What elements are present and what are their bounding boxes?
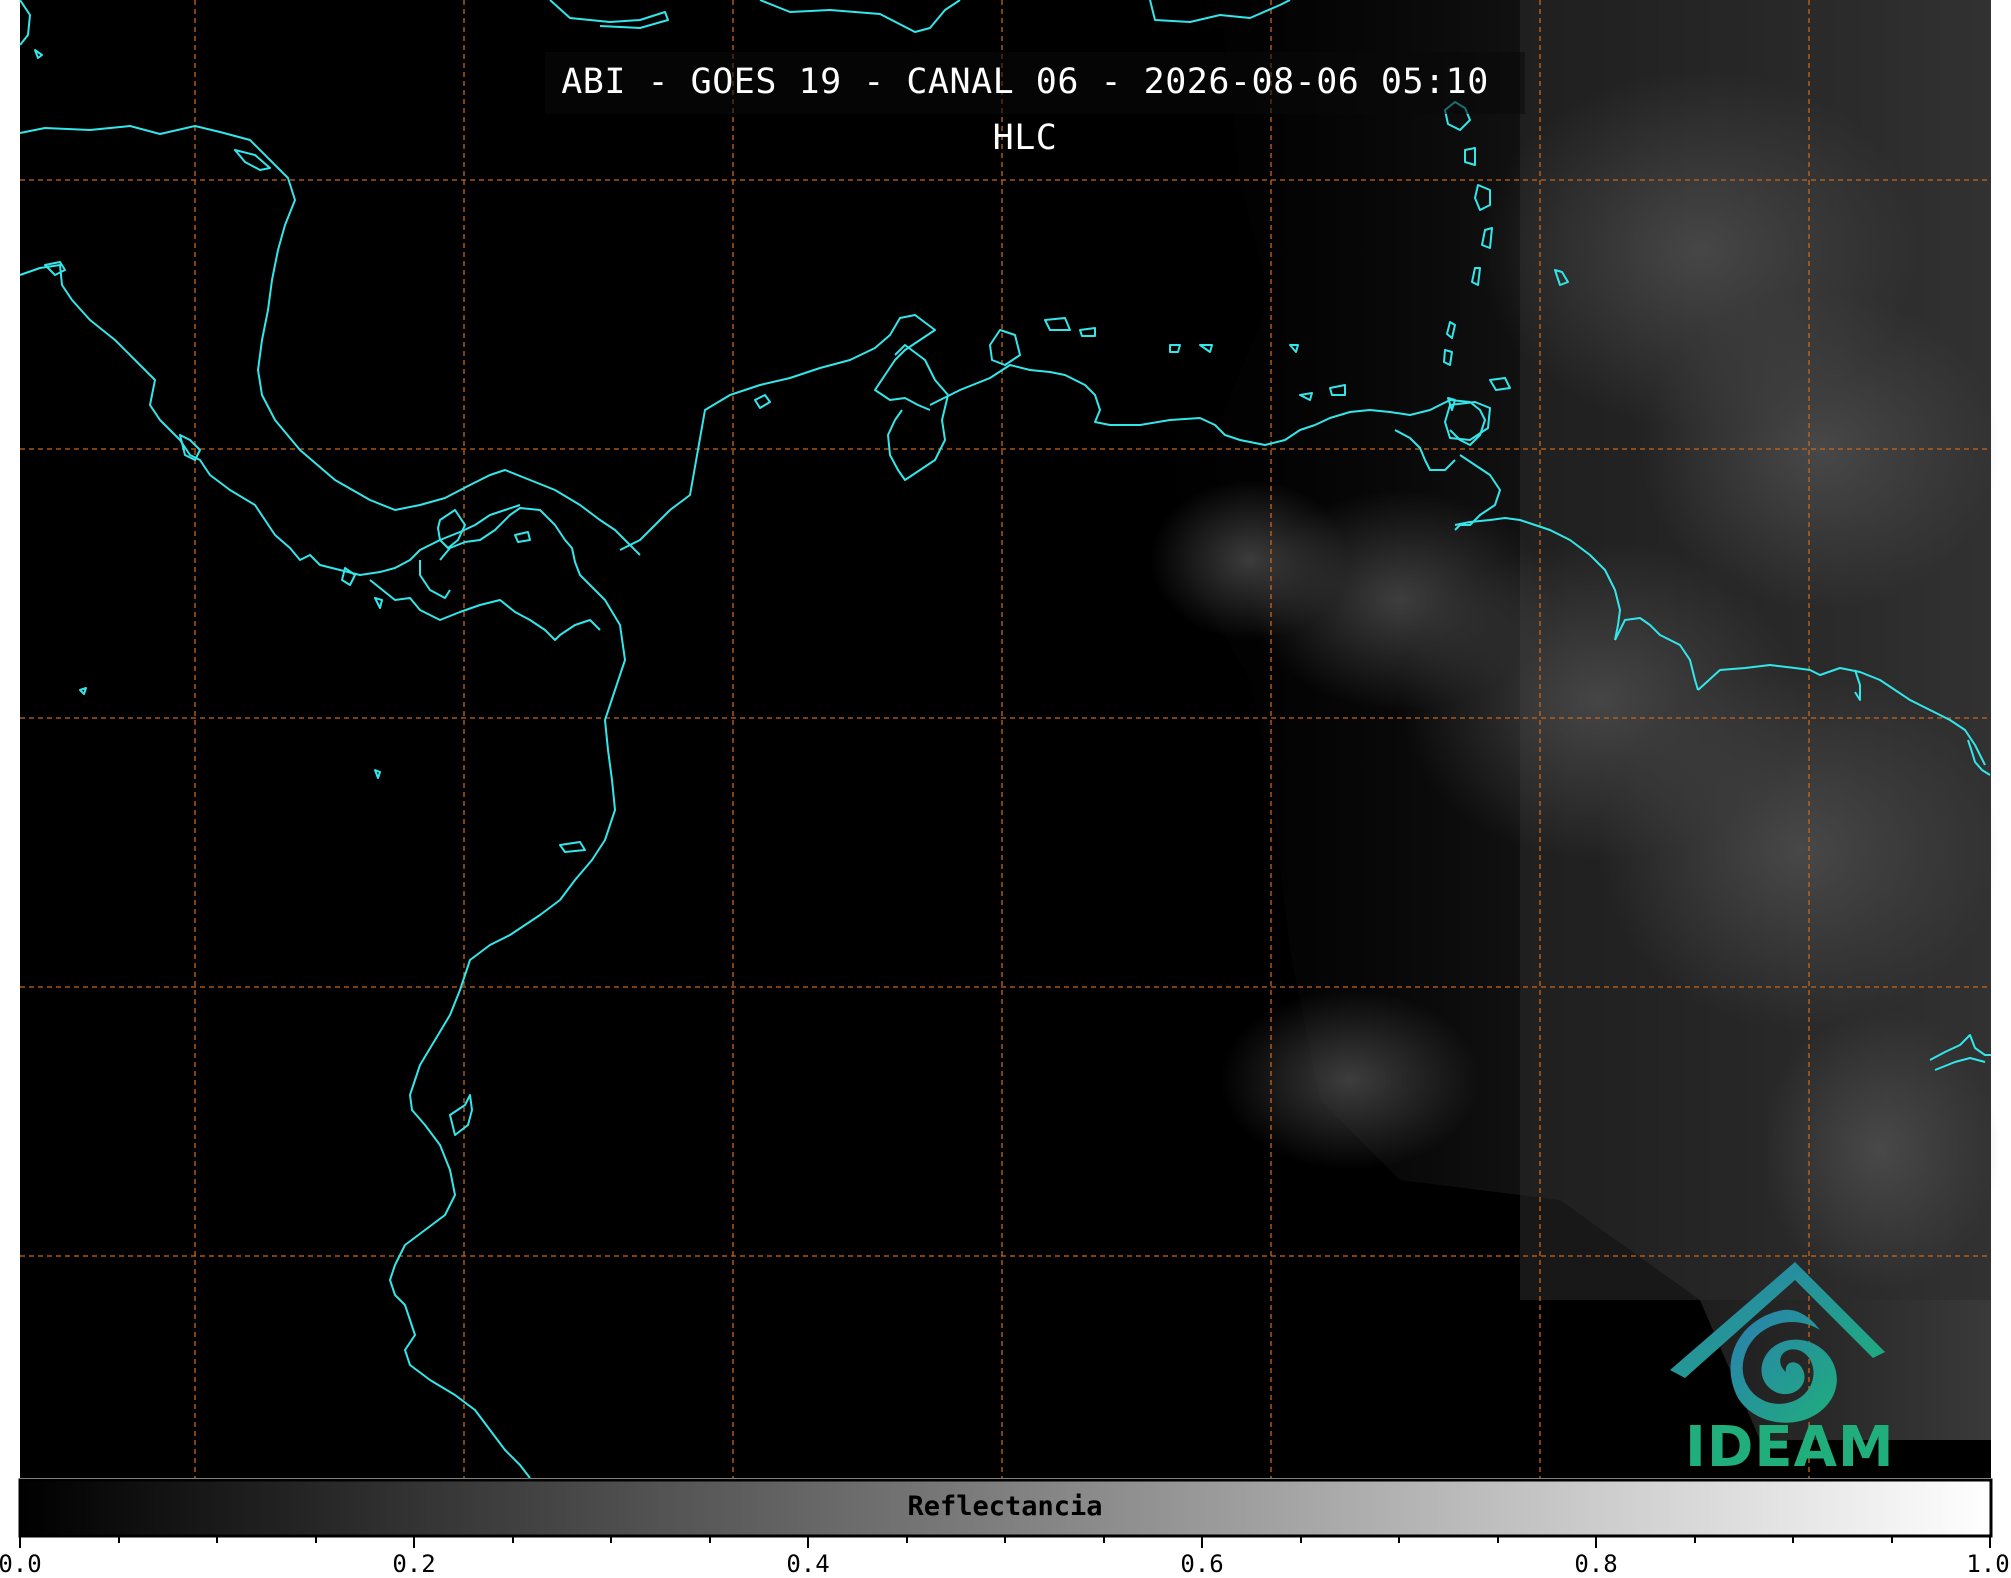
ideam-logo-text: IDEAM: [1685, 1415, 1895, 1480]
satellite-map: [18, 0, 2000, 1548]
colorbar-tick-label: 0.4: [786, 1550, 830, 1578]
colorbar-tick-label: 0.8: [1574, 1550, 1618, 1578]
colorbar-tick-label: 0.6: [1180, 1550, 1224, 1578]
image-title: ABI - GOES 19 - CANAL 06 - 2026-08-06 05…: [561, 62, 1489, 158]
colorbar-tick-label: 0.0: [0, 1550, 42, 1578]
colorbar-tick-label: 0.2: [392, 1550, 436, 1578]
colorbar-label: Reflectancia: [907, 1491, 1103, 1522]
colorbar-tick-label: 1.0: [1966, 1550, 2010, 1578]
